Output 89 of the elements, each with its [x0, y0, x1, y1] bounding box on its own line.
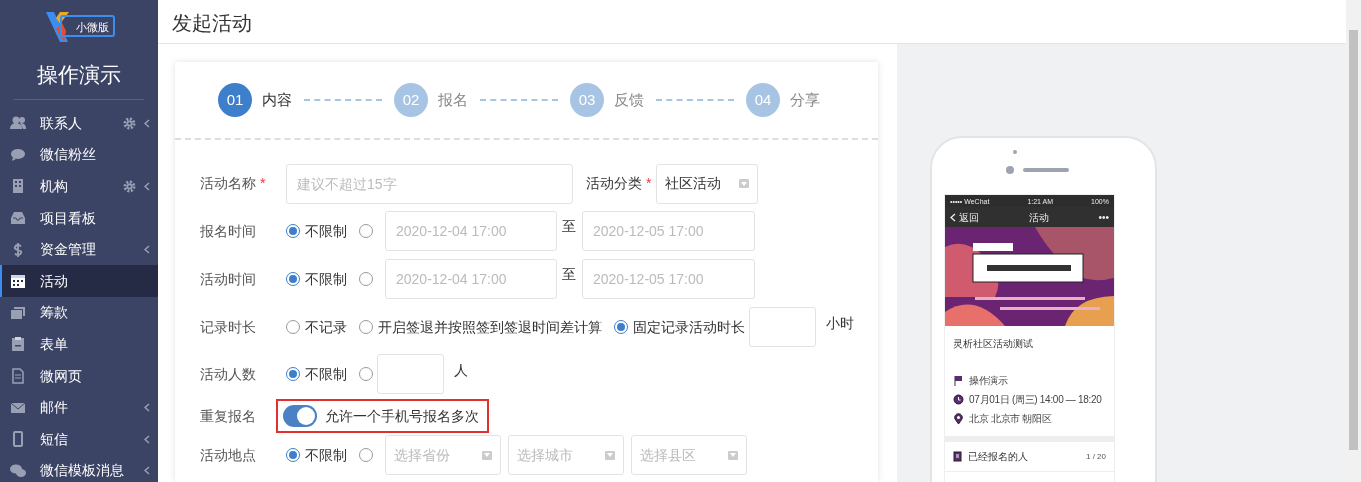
- step-label: 内容: [262, 89, 292, 110]
- radio-button[interactable]: [359, 320, 373, 334]
- radio-button[interactable]: [286, 367, 300, 381]
- option-label: 开启签退并按照签到签退时间差计算: [378, 317, 602, 337]
- input-field[interactable]: 2020-12-05 17:00: [582, 211, 755, 251]
- cards-icon: [10, 304, 26, 321]
- step-number[interactable]: 01: [218, 83, 252, 117]
- step-label: 反馈: [614, 89, 644, 110]
- back-icon: [950, 213, 956, 223]
- caret-icon: [484, 453, 490, 457]
- nav-title: 活动: [1028, 210, 1049, 225]
- sidebar-item[interactable]: 微信粉丝: [0, 139, 158, 171]
- event-title: 灵析社区活动测试: [952, 337, 1034, 351]
- clipboard-icon: [10, 336, 26, 353]
- field-label: 活动名称 *: [200, 174, 267, 193]
- building-icon: [10, 178, 26, 195]
- radio-button[interactable]: [286, 448, 300, 462]
- input-field[interactable]: 2020-12-05 17:00: [582, 259, 755, 299]
- input-field[interactable]: [377, 354, 444, 394]
- sidebar-item[interactable]: 微网页: [0, 360, 158, 392]
- separator-label: 至: [562, 216, 576, 236]
- caret-icon: [730, 453, 736, 457]
- step-label: 分享: [790, 89, 820, 110]
- caret-icon: [607, 453, 613, 457]
- radio-button[interactable]: [286, 320, 300, 334]
- option-label: 不限制: [305, 221, 347, 241]
- sidebar-item[interactable]: 项目看板: [0, 202, 158, 234]
- field-label: 活动地点: [200, 445, 257, 465]
- input-field[interactable]: 2020-12-04 17:00: [385, 259, 557, 299]
- step-label: 报名: [438, 89, 468, 110]
- caret-icon: [741, 181, 748, 186]
- field-label: 活动分类 *: [586, 174, 652, 193]
- location-pin-icon: [953, 412, 964, 425]
- contacts-icon: [10, 115, 26, 132]
- separator-label: 至: [562, 264, 576, 284]
- sidebar-item[interactable]: 短信: [0, 423, 158, 456]
- radio-button[interactable]: [359, 272, 373, 286]
- unit-label: 小时: [826, 313, 854, 333]
- field-label: 报名时间: [200, 221, 257, 241]
- sidebar-item[interactable]: 机构: [0, 170, 158, 203]
- unit-label: 人: [454, 360, 468, 380]
- input-field[interactable]: [749, 307, 816, 347]
- sidebar-item[interactable]: 活动: [0, 265, 158, 298]
- field-label: 记录时长: [200, 317, 257, 337]
- field-label: 重复报名: [200, 406, 257, 426]
- list-icon: [953, 451, 963, 462]
- more-button[interactable]: •••: [1098, 209, 1109, 225]
- mobile-phone-icon: [10, 431, 26, 448]
- option-label: 不记录: [305, 317, 347, 337]
- event-detail: 操作演示: [969, 374, 1008, 388]
- radio-button[interactable]: [359, 224, 373, 238]
- workspace-title: 操作演示: [14, 44, 144, 100]
- event-detail: 北京 北京市 朝阳区: [969, 412, 1052, 426]
- sidebar-item[interactable]: 微信模板消息: [0, 455, 158, 482]
- document-icon: [10, 368, 26, 385]
- select-field[interactable]: 社区活动: [656, 163, 759, 204]
- field-label: 活动时间: [200, 269, 257, 289]
- option-label: 不限制: [305, 269, 347, 289]
- toggle-label: 允许一个手机号报名多次: [325, 406, 479, 426]
- sidebar-item[interactable]: 筹款: [0, 297, 158, 329]
- toggle-switch[interactable]: [283, 405, 317, 427]
- event-detail: 07月01日 (周三) 14:00 — 18:20: [969, 393, 1102, 407]
- registrants-label: 已经报名的人: [968, 450, 1029, 464]
- registrants-count: 1 / 20: [1086, 450, 1106, 463]
- chat-bubbles-icon: [10, 462, 26, 479]
- logo-icon: [43, 11, 70, 43]
- flag-icon: [953, 374, 964, 387]
- radio-button[interactable]: [614, 320, 628, 334]
- calendar-icon: [10, 273, 26, 290]
- sidebar-item[interactable]: 表单: [0, 328, 158, 361]
- back-link[interactable]: 返回: [950, 209, 979, 225]
- sidebar-item[interactable]: 邮件: [0, 391, 158, 424]
- radio-button[interactable]: [359, 367, 373, 381]
- input-field[interactable]: 2020-12-04 17:00: [385, 211, 557, 251]
- radio-button[interactable]: [286, 224, 300, 238]
- radio-button[interactable]: [286, 272, 300, 286]
- sidebar-item[interactable]: 资金管理: [0, 233, 158, 266]
- clock-icon: [953, 393, 964, 406]
- option-label: 不限制: [305, 445, 347, 465]
- radio-button[interactable]: [359, 448, 373, 462]
- field-label: 活动人数: [200, 364, 257, 384]
- input-field[interactable]: 建议不超过15字: [286, 163, 573, 204]
- inbox-icon: [10, 210, 26, 227]
- scrollbar[interactable]: [1346, 0, 1361, 482]
- option-label: 固定记录活动时长: [633, 317, 745, 337]
- logo-badge: 小微版: [59, 15, 115, 37]
- option-label: 不限制: [305, 364, 347, 384]
- chat-bubble-icon: [10, 146, 26, 163]
- sidebar-item[interactable]: 联系人: [0, 107, 158, 140]
